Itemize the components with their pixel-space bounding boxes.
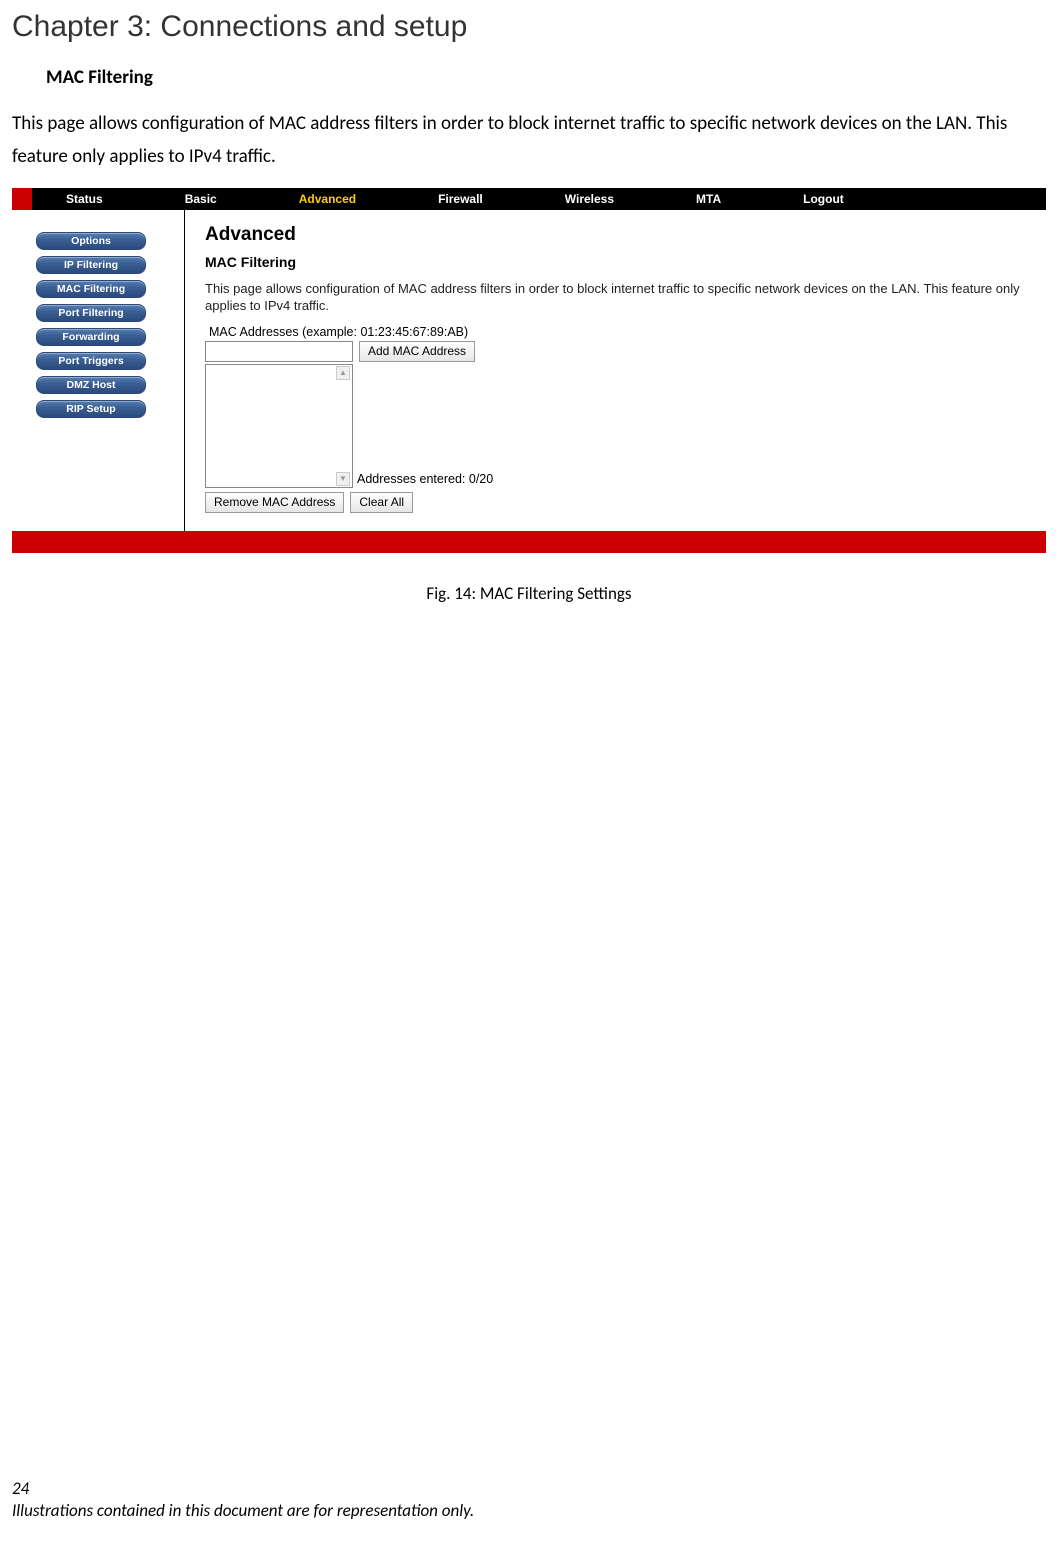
main-description: This page allows configuration of MAC ad…: [205, 280, 1026, 315]
sidenav-dmz-host[interactable]: DMZ Host: [36, 376, 146, 394]
figure-caption: Fig. 14: MAC Filtering Settings: [0, 583, 1058, 604]
topnav-firewall[interactable]: Firewall: [438, 192, 483, 206]
router-screenshot: Status Basic Advanced Firewall Wireless …: [12, 188, 1046, 553]
mac-list-row: ▲ ▼ Addresses entered: 0/20: [205, 364, 1026, 488]
mac-action-row: Remove MAC Address Clear All: [205, 492, 1026, 513]
topbar-red-accent: [12, 188, 32, 210]
sidenav: Options IP Filtering MAC Filtering Port …: [12, 210, 184, 531]
section-title: MAC Filtering: [0, 44, 1058, 89]
addresses-entered-label: Addresses entered: 0/20: [357, 472, 493, 488]
bottombar: [12, 531, 1046, 553]
sidenav-ip-filtering[interactable]: IP Filtering: [36, 256, 146, 274]
topbar: Status Basic Advanced Firewall Wireless …: [12, 188, 1046, 210]
main-panel: Advanced MAC Filtering This page allows …: [184, 210, 1046, 531]
sidenav-options[interactable]: Options: [36, 232, 146, 250]
page-number: 24: [12, 1478, 474, 1500]
mac-input[interactable]: [205, 341, 353, 362]
add-mac-button[interactable]: Add MAC Address: [359, 341, 475, 362]
page-footer: 24 Illustrations contained in this docum…: [12, 1478, 474, 1522]
mac-list[interactable]: ▲ ▼: [205, 364, 353, 488]
body-text: This page allows configuration of MAC ad…: [0, 89, 1058, 174]
scroll-up-icon[interactable]: ▲: [336, 366, 350, 380]
sidenav-forwarding[interactable]: Forwarding: [36, 328, 146, 346]
chapter-title: Chapter 3: Connections and setup: [0, 0, 1058, 44]
main-subheading: MAC Filtering: [205, 254, 1026, 270]
topnav-status[interactable]: Status: [66, 192, 103, 206]
topnav-wireless[interactable]: Wireless: [565, 192, 614, 206]
topnav-mta[interactable]: MTA: [696, 192, 721, 206]
router-body: Options IP Filtering MAC Filtering Port …: [12, 210, 1046, 531]
topnav-advanced[interactable]: Advanced: [299, 192, 356, 206]
mac-add-row: Add MAC Address: [205, 341, 1026, 362]
sidenav-port-triggers[interactable]: Port Triggers: [36, 352, 146, 370]
clear-all-button[interactable]: Clear All: [350, 492, 413, 513]
main-heading: Advanced: [205, 224, 1026, 246]
footer-note: Illustrations contained in this document…: [12, 1500, 474, 1522]
sidenav-mac-filtering[interactable]: MAC Filtering: [36, 280, 146, 298]
sidenav-port-filtering[interactable]: Port Filtering: [36, 304, 146, 322]
remove-mac-button[interactable]: Remove MAC Address: [205, 492, 344, 513]
topnav: Status Basic Advanced Firewall Wireless …: [32, 188, 1046, 210]
scroll-down-icon[interactable]: ▼: [336, 472, 350, 486]
topnav-basic[interactable]: Basic: [185, 192, 217, 206]
sidenav-rip-setup[interactable]: RIP Setup: [36, 400, 146, 418]
mac-addresses-label: MAC Addresses (example: 01:23:45:67:89:A…: [209, 325, 1026, 339]
topnav-logout[interactable]: Logout: [803, 192, 844, 206]
